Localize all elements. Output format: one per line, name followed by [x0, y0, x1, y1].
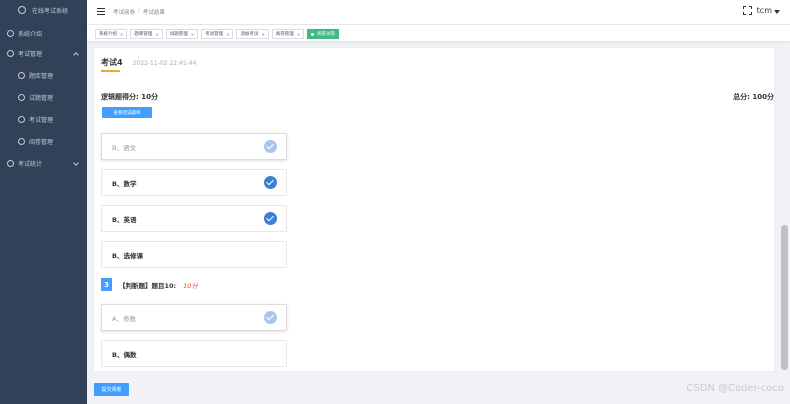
answer-option[interactable]: B、英语 — [101, 205, 287, 232]
close-icon[interactable]: ✕ — [297, 32, 300, 37]
user-name[interactable]: tcm — [757, 6, 772, 15]
menu-toggle-icon[interactable] — [97, 8, 105, 15]
close-icon[interactable]: ✕ — [191, 32, 194, 37]
option-text: B、数学 — [112, 179, 137, 188]
option-text: B、选修课 — [112, 251, 143, 260]
chart-icon — [7, 159, 14, 167]
tag-questions[interactable]: 试题管理 ✕ — [165, 29, 199, 39]
tag-exams[interactable]: 考试管理 ✕ — [201, 29, 234, 39]
submit-marking-button[interactable]: 提交阅卷 — [94, 383, 129, 396]
document-icon — [18, 137, 25, 145]
check-circle-icon — [264, 311, 277, 324]
info-icon — [7, 29, 14, 37]
check-circle-icon — [264, 212, 277, 225]
question-label: 【判断题】题目10: — [119, 281, 177, 290]
tag-label: 试题管理 — [169, 32, 188, 37]
exam-name: 考试4 — [101, 58, 123, 67]
breadcrumb: 考试阅卷 / 考试结果 — [113, 8, 165, 16]
scrollbar-thumb[interactable] — [781, 225, 788, 370]
question-list[interactable]: B、语文 B、数学 B、英语 B、选修课 3 【判断题】题目10: 10分 A、… — [94, 128, 774, 371]
tag-question-bank[interactable]: 题库管理 ✕ — [130, 29, 163, 39]
sidebar-item-exams[interactable]: 考试管理 — [0, 108, 87, 130]
total-score: 总分: 100分 — [733, 93, 774, 101]
tag-add-exam[interactable]: 添加考试 ✕ — [236, 29, 269, 39]
close-icon[interactable]: ✕ — [120, 32, 123, 37]
answer-option[interactable]: B、数学 — [101, 169, 287, 196]
sidebar-item-intro[interactable]: 系统介绍 — [0, 22, 87, 44]
edit-icon — [18, 115, 25, 123]
answer-option[interactable]: B、选修课 — [101, 241, 287, 268]
logo-icon — [18, 6, 26, 14]
option-text: B、语文 — [112, 143, 136, 152]
answer-option[interactable]: B、偶数 — [101, 340, 287, 367]
sidebar: 在线考试系统 系统介绍 考试管理 题库管理 试题管理 考试管理 阅卷管理 考试统… — [0, 0, 87, 404]
tag-label: 添加考试 — [240, 32, 259, 37]
watermark: CSDN @Coder-coco — [686, 383, 784, 394]
chevron-down-icon — [73, 160, 79, 166]
close-icon[interactable]: ✕ — [226, 32, 229, 37]
chevron-up-icon — [73, 52, 79, 58]
tag-label: 考试管理 — [205, 32, 224, 37]
sidebar-item-questions[interactable]: 试题管理 — [0, 86, 87, 108]
sidebar-item-label: 考试管理 — [29, 116, 54, 124]
close-icon[interactable]: ✕ — [261, 32, 264, 37]
question-header: 3 【判断题】题目10: 10分 — [101, 278, 198, 291]
sidebar-item-label: 试题管理 — [29, 94, 54, 102]
check-circle-icon — [264, 140, 277, 153]
question-score: 10分 — [183, 281, 198, 290]
close-icon[interactable]: ✕ — [155, 32, 158, 37]
tag-label: 阅卷管理 — [275, 32, 294, 37]
answer-option[interactable]: A、奇数 — [101, 304, 287, 331]
sidebar-item-label: 题库管理 — [29, 72, 54, 80]
sidebar-item-marking[interactable]: 阅卷管理 — [0, 130, 87, 152]
question-number-badge: 3 — [101, 278, 112, 291]
active-dot-icon — [311, 32, 315, 36]
list-icon — [18, 93, 25, 101]
caret-down-icon[interactable] — [774, 10, 780, 14]
sidebar-item-label: 系统介绍 — [18, 30, 43, 38]
tag-marking-paper[interactable]: 阅卷试卷 — [307, 29, 340, 39]
tags-bar: 系统介绍 ✕ 题库管理 ✕ 试题管理 ✕ 考试管理 ✕ 添加考试 ✕ 阅卷管理 ✕ 阅卷试卷 — [87, 25, 790, 42]
check-circle-icon — [264, 176, 277, 189]
exam-result-card: 考试4 2022-11-02 22:45:44 逻辑题得分: 10分 总分: 1… — [93, 47, 775, 372]
sidebar-item-statistics[interactable]: 考试统计 — [0, 152, 87, 174]
breadcrumb-item[interactable]: 考试阅卷 — [113, 8, 135, 16]
breadcrumb-item: 考试结果 — [142, 10, 165, 16]
title-underline — [101, 70, 120, 72]
sidebar-item-label: 阅卷管理 — [29, 138, 54, 146]
option-text: B、英语 — [112, 215, 137, 224]
breadcrumb-separator: / — [138, 8, 140, 14]
fullscreen-icon[interactable] — [742, 5, 753, 16]
sidebar-item-question-bank[interactable]: 题库管理 — [0, 64, 87, 86]
bank-icon — [18, 71, 25, 79]
sidebar-item-exam-management[interactable]: 考试管理 — [0, 42, 87, 64]
tag-label: 阅卷试卷 — [317, 32, 336, 37]
gear-icon — [7, 49, 14, 57]
tag-marking[interactable]: 阅卷管理 ✕ — [271, 29, 305, 39]
app-title: 在线考试系统 — [32, 7, 69, 15]
sidebar-item-label: 考试管理 — [18, 50, 43, 58]
option-text: A、奇数 — [112, 314, 136, 323]
sidebar-item-label: 考试统计 — [18, 160, 43, 168]
answer-option[interactable]: B、语文 — [101, 133, 287, 160]
exam-time: 2022-11-02 22:45:44 — [132, 60, 197, 67]
sidebar-logo[interactable]: 在线考试系统 — [0, 0, 87, 20]
review-wrong-button[interactable]: 查看错误题目 — [102, 107, 152, 118]
option-text: B、偶数 — [112, 350, 137, 359]
tag-intro[interactable]: 系统介绍 ✕ — [95, 29, 128, 39]
subjective-score: 逻辑题得分: 10分 — [101, 93, 158, 101]
tag-label: 题库管理 — [134, 32, 153, 37]
tag-label: 系统介绍 — [99, 32, 117, 37]
top-header: 考试阅卷 / 考试结果 tcm — [87, 0, 790, 25]
